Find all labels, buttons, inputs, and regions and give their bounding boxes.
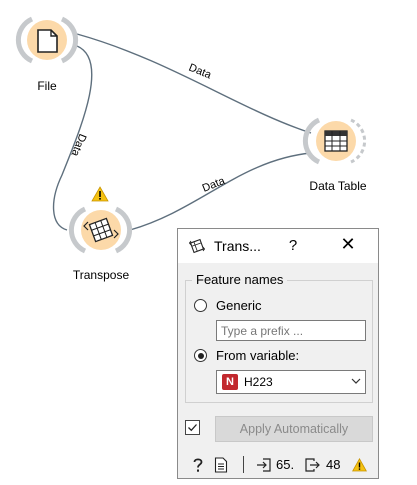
- chevron-down-icon: [351, 378, 361, 384]
- edge-file-to-data-table[interactable]: [76, 33, 312, 134]
- generic-radio[interactable]: [194, 299, 207, 312]
- close-button[interactable]: ✕: [338, 234, 358, 255]
- edge-label-transpose-to-table: Data: [201, 175, 228, 195]
- nominal-variable-icon: N: [222, 374, 238, 390]
- node-transpose-label: Transpose: [73, 268, 130, 282]
- report-icon[interactable]: [214, 457, 228, 473]
- feature-names-group-title: Feature names: [192, 272, 288, 287]
- input-count: 65.: [276, 457, 295, 472]
- table-icon: [324, 130, 348, 152]
- warning-icon[interactable]: [352, 458, 367, 472]
- dialog-title: Trans...: [214, 238, 261, 254]
- node-file-label: File: [37, 79, 57, 93]
- variable-select-value: H223: [244, 375, 273, 389]
- status-bar: 65. 48: [178, 449, 378, 479]
- help-icon[interactable]: [192, 457, 204, 473]
- transpose-dialog[interactable]: Trans... ? ✕ Feature names Generic From …: [177, 228, 379, 479]
- from-variable-radio[interactable]: [194, 349, 207, 362]
- dialog-titlebar[interactable]: Trans... ? ✕: [178, 229, 378, 263]
- output-data-icon: [305, 458, 320, 472]
- radio-selected-dot: [197, 352, 204, 359]
- apply-automatically-button[interactable]: Apply Automatically: [215, 416, 373, 442]
- output-count: 48: [326, 457, 341, 472]
- apply-automatically-checkbox[interactable]: [185, 420, 200, 435]
- checkmark-icon: [188, 424, 197, 432]
- variable-select[interactable]: N H223: [216, 370, 366, 394]
- node-data-table[interactable]: Data Table: [302, 117, 367, 193]
- from-variable-radio-label[interactable]: From variable:: [216, 348, 299, 363]
- transpose-icon: [189, 238, 205, 254]
- generic-radio-label[interactable]: Generic: [216, 298, 262, 313]
- help-button[interactable]: ?: [286, 237, 300, 254]
- node-data-table-label: Data Table: [309, 179, 366, 193]
- file-icon: [37, 29, 58, 53]
- edge-transpose-to-data-table[interactable]: [129, 152, 312, 231]
- node-file[interactable]: File: [15, 16, 79, 93]
- node-transpose[interactable]: Transpose: [68, 186, 133, 282]
- edge-label-file-to-transpose: Data: [68, 132, 88, 159]
- prefix-input[interactable]: [216, 320, 366, 341]
- status-divider: [243, 456, 244, 473]
- warning-icon: [91, 186, 109, 202]
- input-data-icon: [257, 458, 271, 472]
